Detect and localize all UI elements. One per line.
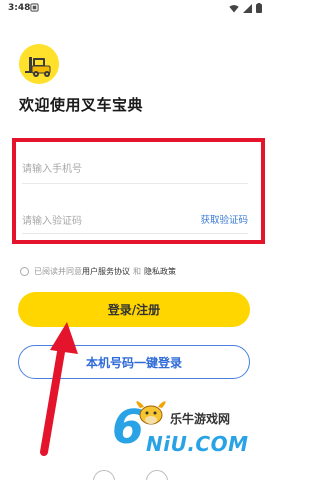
watermark-cn-text: 乐牛游戏网	[170, 412, 231, 426]
watermark-en-text: NiU.COM	[146, 432, 249, 456]
watermark-logo: 6 乐牛游戏网 NiU.COM	[112, 400, 252, 460]
cow-mascot-icon	[136, 401, 166, 425]
